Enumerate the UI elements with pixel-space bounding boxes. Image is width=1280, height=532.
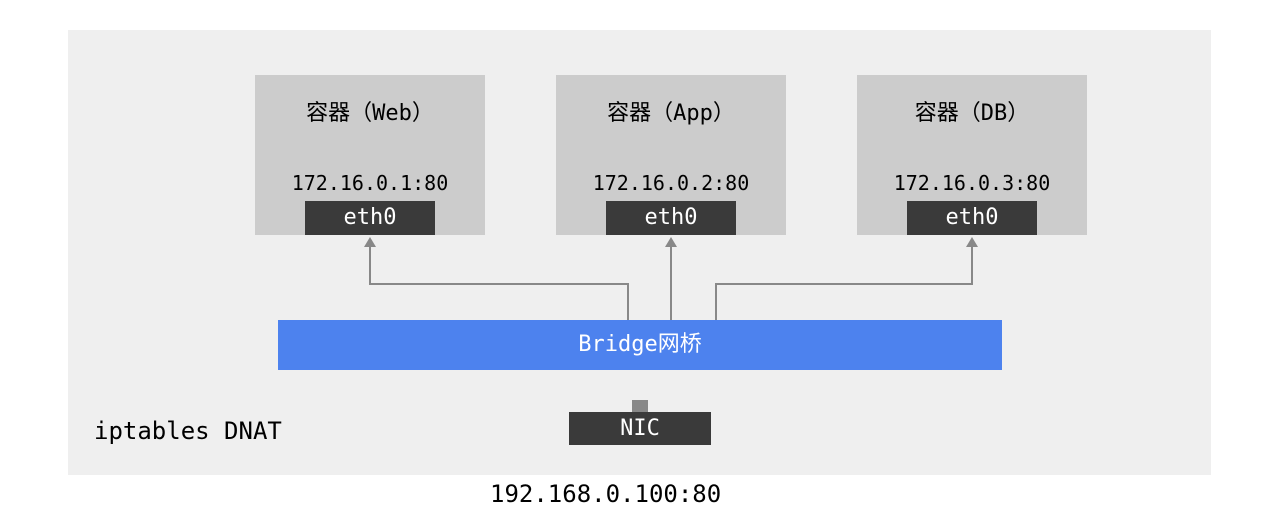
container-db: 容器（DB） 172.16.0.3:80 eth0 bbox=[857, 75, 1087, 235]
iptables-label: iptables DNAT bbox=[94, 417, 282, 445]
container-title: 容器（App） bbox=[556, 95, 786, 127]
arrow-up-icon bbox=[364, 237, 376, 247]
connector-web-vert bbox=[369, 245, 371, 285]
eth-label: eth0 bbox=[305, 201, 435, 235]
container-title: 容器（Web） bbox=[255, 95, 485, 127]
connector-db-vert bbox=[971, 245, 973, 285]
container-ip: 172.16.0.2:80 bbox=[556, 171, 786, 195]
container-ip: 172.16.0.1:80 bbox=[255, 171, 485, 195]
nic-box: NIC bbox=[569, 412, 711, 445]
bridge-box: Bridge网桥 bbox=[278, 320, 1002, 370]
container-title: 容器（DB） bbox=[857, 95, 1087, 127]
arrow-up-icon bbox=[665, 237, 677, 247]
connector-web-horiz bbox=[369, 283, 628, 285]
eth-label: eth0 bbox=[907, 201, 1037, 235]
container-app: 容器（App） 172.16.0.2:80 eth0 bbox=[556, 75, 786, 235]
nic-ip-label: 192.168.0.100:80 bbox=[490, 480, 721, 508]
container-ip: 172.16.0.3:80 bbox=[857, 171, 1087, 195]
arrow-up-icon bbox=[966, 237, 978, 247]
connector-db-horiz bbox=[716, 283, 973, 285]
container-web: 容器（Web） 172.16.0.1:80 eth0 bbox=[255, 75, 485, 235]
eth-label: eth0 bbox=[606, 201, 736, 235]
